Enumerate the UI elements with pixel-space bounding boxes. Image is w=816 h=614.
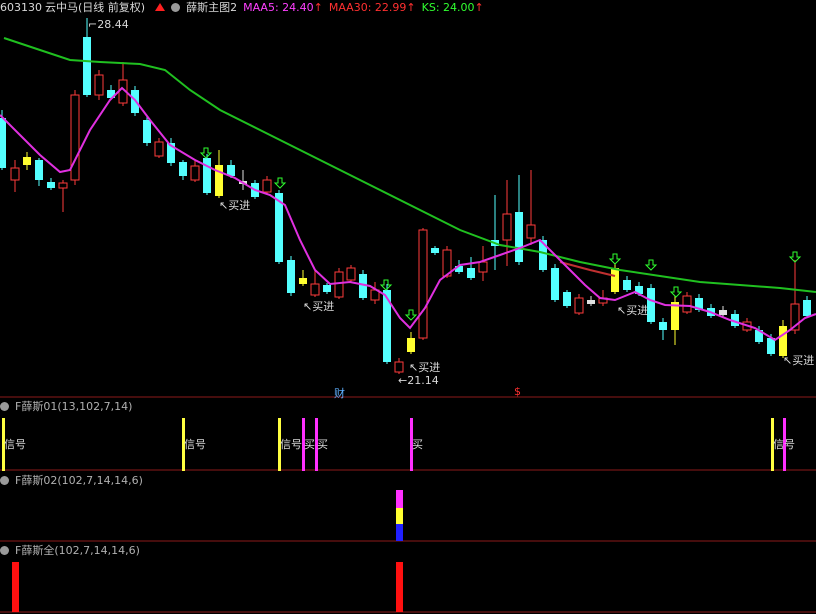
buy-arrow-icon bbox=[199, 147, 213, 159]
high-price-label: ⌐28.44 bbox=[88, 18, 129, 31]
maa5-value: MAA5: 24.40 bbox=[243, 1, 314, 14]
candle-body bbox=[190, 165, 200, 181]
stock-name: 云中马 bbox=[45, 1, 78, 14]
maa5-up-arrow: ↑ bbox=[313, 1, 323, 14]
indicator-options-icon[interactable] bbox=[0, 476, 9, 485]
buy-label: 买 bbox=[412, 438, 423, 451]
candle-body bbox=[0, 118, 6, 168]
dividend-marker[interactable]: $ bbox=[514, 385, 521, 398]
candle-body bbox=[611, 268, 619, 292]
buy-signal-label: ↖买进 bbox=[219, 199, 251, 212]
stock-code: 603130 bbox=[0, 1, 42, 14]
buy-arrow-icon bbox=[644, 259, 658, 271]
candlestick-chart[interactable] bbox=[0, 0, 816, 614]
candle-body bbox=[143, 120, 151, 143]
candle-body bbox=[154, 141, 164, 157]
signal-label: 信号 bbox=[184, 438, 206, 451]
signal-bar bbox=[12, 562, 19, 612]
stack-segment bbox=[396, 524, 403, 541]
candle-body bbox=[682, 295, 692, 313]
ks-up-arrow: ↑ bbox=[474, 1, 484, 14]
signal-label: 信号 bbox=[4, 438, 26, 451]
panel1-title[interactable]: F薛斯01(13,102,7,14) bbox=[15, 400, 132, 413]
candle-body bbox=[467, 268, 475, 278]
low-price-label: ←21.14 bbox=[398, 374, 439, 387]
candle-body bbox=[803, 300, 811, 316]
candle-body bbox=[94, 74, 104, 96]
candle-body bbox=[719, 310, 727, 315]
signal-bar bbox=[396, 562, 403, 612]
stack-segment bbox=[396, 490, 403, 508]
candle-body bbox=[526, 224, 536, 239]
candle-body bbox=[431, 248, 439, 253]
candle-body bbox=[179, 162, 187, 176]
buy-label: 买 bbox=[317, 438, 328, 451]
buy-signal-label: ↖买进 bbox=[303, 300, 335, 313]
candle-body bbox=[418, 229, 428, 339]
indicator-options-icon[interactable] bbox=[0, 402, 9, 411]
indicator-options-icon[interactable] bbox=[0, 546, 9, 555]
candle-body bbox=[287, 260, 295, 293]
candle-body bbox=[323, 285, 331, 292]
candle-body bbox=[587, 300, 595, 304]
arrow-up-icon bbox=[155, 3, 166, 11]
candle-body bbox=[10, 167, 20, 181]
candle-body bbox=[659, 322, 667, 330]
panel2-header: F薛斯02(102,7,14,14,6) bbox=[0, 473, 149, 489]
candle-body bbox=[334, 271, 344, 298]
candle-body bbox=[502, 213, 512, 241]
candle-body bbox=[623, 280, 631, 290]
buy-arrow-icon bbox=[273, 177, 287, 189]
signal-label: 信号 bbox=[280, 438, 302, 451]
candle-body bbox=[23, 157, 31, 165]
ma-short-line bbox=[0, 86, 816, 342]
candle-body bbox=[515, 212, 523, 262]
main-indicator-name[interactable]: 薛斯主图2 bbox=[186, 1, 237, 14]
period-mode[interactable]: (日线 前复权) bbox=[78, 1, 145, 14]
candle-body bbox=[299, 278, 307, 284]
buy-label: 买 bbox=[304, 438, 315, 451]
candle-body bbox=[551, 268, 559, 300]
maa30-value: MAA30: 22.99 bbox=[328, 1, 407, 14]
panel2-title[interactable]: F薛斯02(102,7,14,14,6) bbox=[15, 474, 143, 487]
maa30-up-arrow: ↑ bbox=[406, 1, 416, 14]
finance-marker[interactable]: 财 bbox=[334, 385, 345, 401]
candle-body bbox=[83, 37, 91, 95]
candle-body bbox=[407, 338, 415, 352]
indicator-options-icon[interactable] bbox=[171, 3, 181, 12]
candle-body bbox=[58, 182, 68, 189]
candle-body bbox=[478, 261, 488, 273]
stack-segment bbox=[396, 508, 403, 524]
buy-arrow-icon bbox=[669, 286, 683, 298]
candle-body bbox=[203, 158, 211, 193]
ks-value: KS: 24.00 bbox=[421, 1, 475, 14]
panel3-title[interactable]: F薛斯全(102,7,14,14,6) bbox=[15, 544, 140, 557]
main-chart-header: 603130 云中马(日线 前复权) 薛斯主图2 MAA5: 24.40↑ MAA30:… bbox=[0, 0, 490, 16]
buy-arrow-icon bbox=[379, 279, 393, 291]
candle-body bbox=[574, 297, 584, 314]
candle-body bbox=[563, 292, 571, 306]
candle-body bbox=[394, 361, 404, 373]
signal-label: 信号 bbox=[773, 438, 795, 451]
buy-signal-label: ↖买进 bbox=[409, 361, 441, 374]
candle-body bbox=[346, 267, 356, 281]
ma-long-line bbox=[3, 37, 816, 293]
buy-signal-label: ↖买进 bbox=[617, 304, 649, 317]
buy-arrow-icon bbox=[404, 309, 418, 321]
panel1-header: F薛斯01(13,102,7,14) bbox=[0, 399, 138, 415]
candle-body bbox=[35, 160, 43, 180]
buy-signal-label: ↖买进 bbox=[783, 354, 815, 367]
candle-body bbox=[310, 283, 320, 296]
buy-arrow-icon bbox=[608, 253, 622, 265]
panel3-header: F薛斯全(102,7,14,14,6) bbox=[0, 543, 146, 559]
candle-body bbox=[47, 182, 55, 188]
candle-body bbox=[262, 179, 272, 193]
